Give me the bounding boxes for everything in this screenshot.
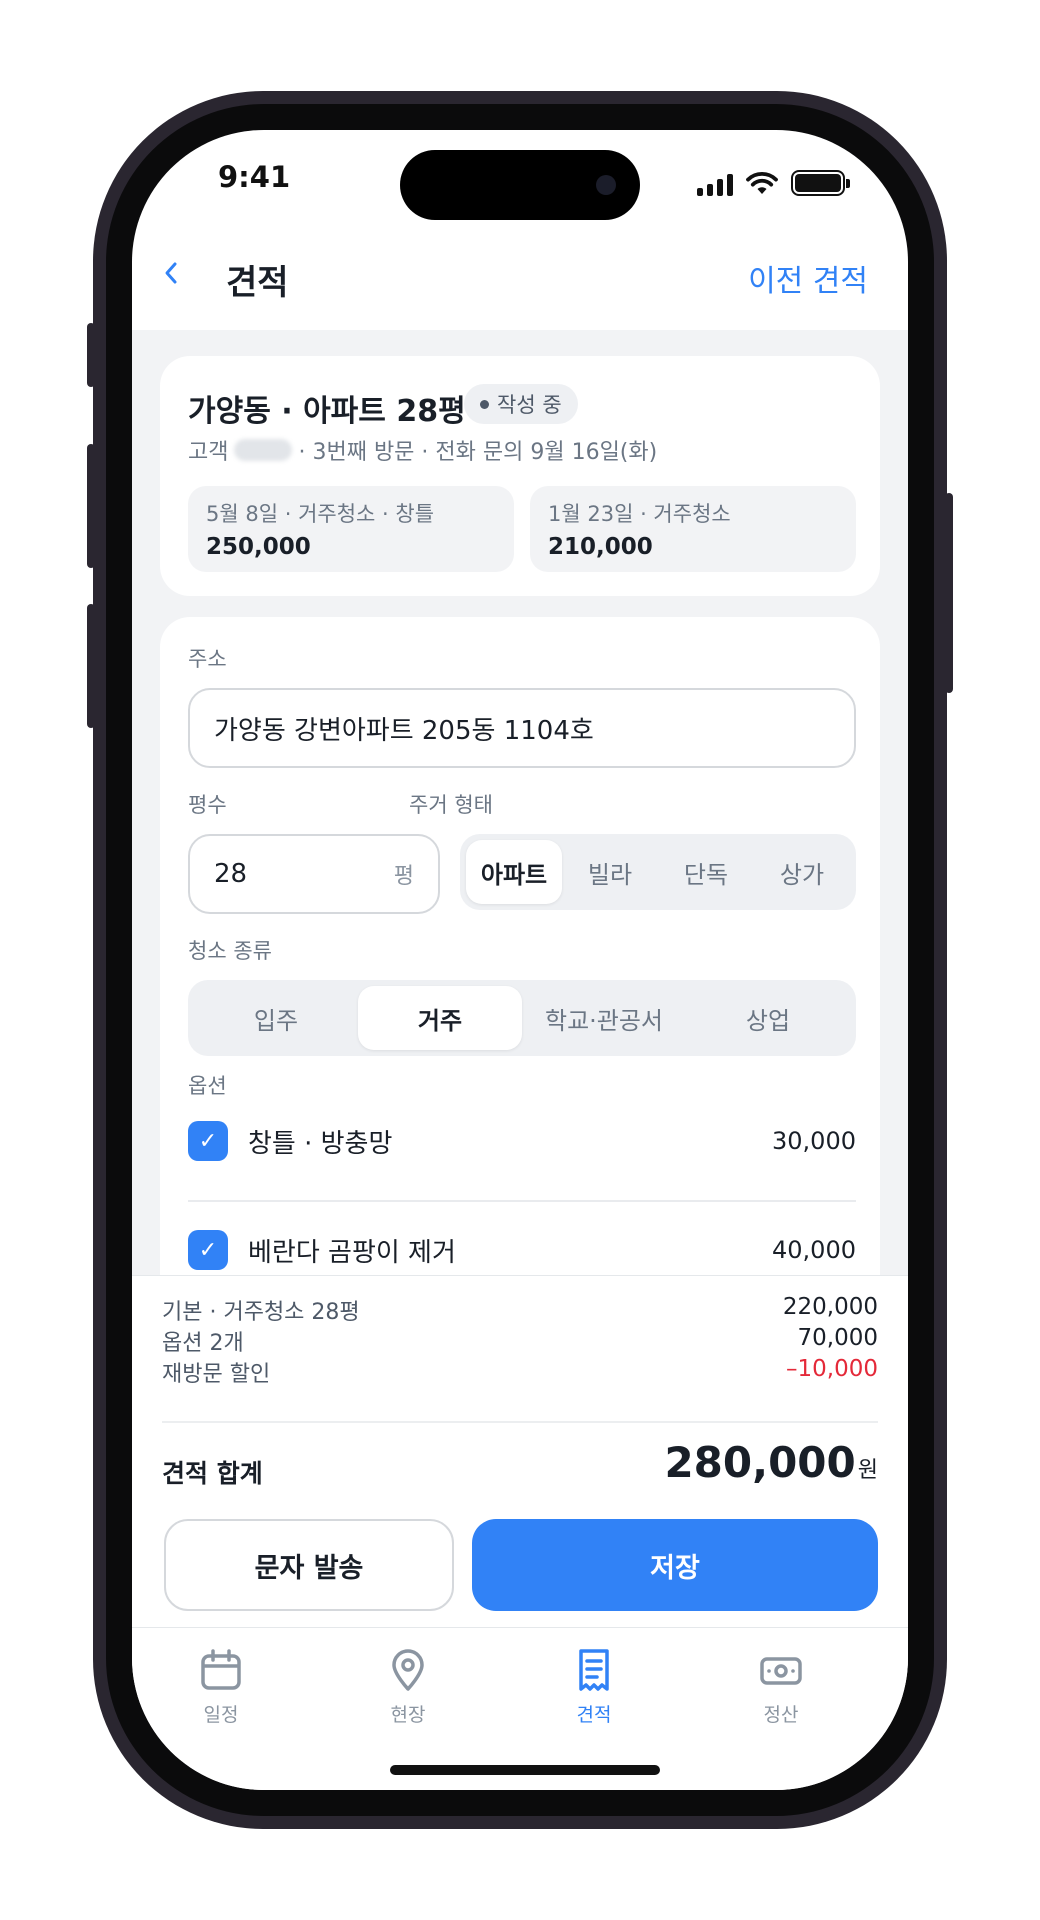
chevron-left-icon [165,262,177,284]
housing-type-segmented: 아파트 빌라 단독 상가 [460,834,856,910]
address-label: 주소 [188,647,227,671]
tab-label: 일정 [203,1704,239,1726]
dynamic-island [400,150,640,220]
home-indicator[interactable] [390,1765,660,1775]
map-pin-icon [392,1649,424,1691]
tab-site[interactable]: 현장 [348,1648,468,1727]
history-item[interactable]: 1월 23일 · 거주청소 210,000 [530,486,856,572]
scroll-content[interactable]: 가양동 · 아파트 28평 작성 중 고객 · 3번째 방문 · 전화 문의 9… [132,330,908,1275]
total-label: 견적 합계 [162,1459,263,1488]
power-button [945,493,953,693]
summary-value: 70,000 [797,1325,878,1351]
clean-option-residential[interactable]: 거주 [358,986,522,1050]
signal-icon [697,174,733,196]
pyeong-input[interactable]: 28 평 [188,834,440,914]
clean-type-segmented: 입주 거주 학교·관공서 상업 [188,980,856,1056]
address-value: 가양동 강변아파트 205동 1104호 [214,715,594,746]
discount-value: –10,000 [786,1356,878,1382]
housing-label: 주거 형태 [409,793,493,817]
checkbox-checked-icon[interactable]: ✓ [188,1230,228,1270]
tab-quote[interactable]: 견적 [534,1648,654,1727]
history-label: 1월 23일 · 거주청소 [548,502,731,526]
housing-option-store[interactable]: 상가 [754,840,850,904]
screen: 9:41 견적 이전 견적 가양동 · 아파트 28평 작성 중 고객 · 3번… [132,130,908,1790]
tab-schedule[interactable]: 일정 [161,1648,281,1727]
clean-option-commercial[interactable]: 상업 [686,986,850,1050]
summary-label: 옵션 2개 [162,1331,244,1356]
option-price: 30,000 [772,1127,856,1155]
tab-bar: 일정 현장 견적 정산 [132,1627,908,1790]
volume-down-button [87,604,95,728]
save-button[interactable]: 저장 [472,1519,878,1611]
back-button[interactable] [162,258,186,294]
option-label: 창틀 · 방충망 [248,1128,393,1159]
pyeong-label: 평수 [188,793,227,817]
wifi-icon [746,172,778,194]
housing-option-house[interactable]: 단독 [658,840,754,904]
job-title: 가양동 · 아파트 28평 [188,394,466,429]
checkbox-checked-icon[interactable]: ✓ [188,1121,228,1161]
summary-label: 기본 · 거주청소 28평 [162,1300,360,1325]
history-amount: 250,000 [206,534,311,560]
page-title: 견적 [226,263,289,303]
battery-icon [791,170,850,196]
visit-info: · 3번째 방문 · 전화 문의 9월 16일(화) [298,440,658,465]
calendar-icon [201,1649,241,1690]
quote-form-card: 주소 가양동 강변아파트 205동 1104호 평수 주거 형태 28 평 아파… [160,617,880,1275]
summary-row: 옵션 2개 70,000 [162,1325,878,1357]
previous-quotes-link[interactable]: 이전 견적 [748,256,868,300]
cash-icon [760,1657,802,1685]
options-label: 옵션 [188,1074,227,1098]
job-card: 가양동 · 아파트 28평 작성 중 고객 · 3번째 방문 · 전화 문의 9… [160,356,880,596]
tab-settlement[interactable]: 정산 [721,1648,841,1727]
summary-value: 220,000 [782,1294,878,1320]
quote-summary: 기본 · 거주청소 28평 220,000 옵션 2개 70,000 재방문 할… [132,1275,908,1630]
option-price: 40,000 [772,1236,856,1264]
divider [162,1421,878,1423]
total-amount: 280,000 원 [664,1438,878,1487]
status-badge-label: 작성 중 [497,393,562,417]
housing-option-apartment[interactable]: 아파트 [466,840,562,904]
history-label: 5월 8일 · 거주청소 · 창틀 [206,502,435,526]
summary-row: 기본 · 거주청소 28평 220,000 [162,1294,878,1326]
total-value: 280,000 [664,1438,856,1487]
status-icons [697,170,850,196]
send-sms-button[interactable]: 문자 발송 [164,1519,454,1611]
clean-option-school[interactable]: 학교·관공서 [522,986,686,1050]
address-input[interactable]: 가양동 강변아파트 205동 1104호 [188,688,856,768]
receipt-icon [579,1649,609,1691]
clean-option-move-in[interactable]: 입주 [194,986,358,1050]
option-row[interactable]: ✓ 창틀 · 방충망 30,000 [188,1111,856,1171]
action-button [87,323,95,387]
history-item[interactable]: 5월 8일 · 거주청소 · 창틀 250,000 [188,486,514,572]
total-unit: 원 [857,1458,878,1483]
status-dot-icon [480,399,489,409]
summary-label: 재방문 할인 [162,1362,271,1387]
summary-row: 재방문 할인 –10,000 [162,1356,878,1388]
tab-label: 현장 [390,1704,426,1726]
status-badge: 작성 중 [464,384,578,424]
customer-name-redacted [234,439,293,461]
pyeong-unit: 평 [393,864,414,889]
option-label: 베란다 곰팡이 제거 [248,1237,456,1268]
tab-label: 견적 [576,1704,612,1726]
clean-type-label: 청소 종류 [188,939,272,963]
pyeong-value: 28 [214,859,248,889]
camera-icon [596,175,616,195]
history-amount: 210,000 [548,534,653,560]
tab-label: 정산 [763,1704,799,1726]
volume-up-button [87,444,95,568]
option-row[interactable]: ✓ 베란다 곰팡이 제거 40,000 [188,1220,856,1275]
divider [188,1200,856,1202]
housing-option-villa[interactable]: 빌라 [562,840,658,904]
status-time: 9:41 [218,160,291,194]
job-meta: 고객 · 3번째 방문 · 전화 문의 9월 16일(화) [188,434,657,466]
customer-label: 고객 [188,440,229,465]
